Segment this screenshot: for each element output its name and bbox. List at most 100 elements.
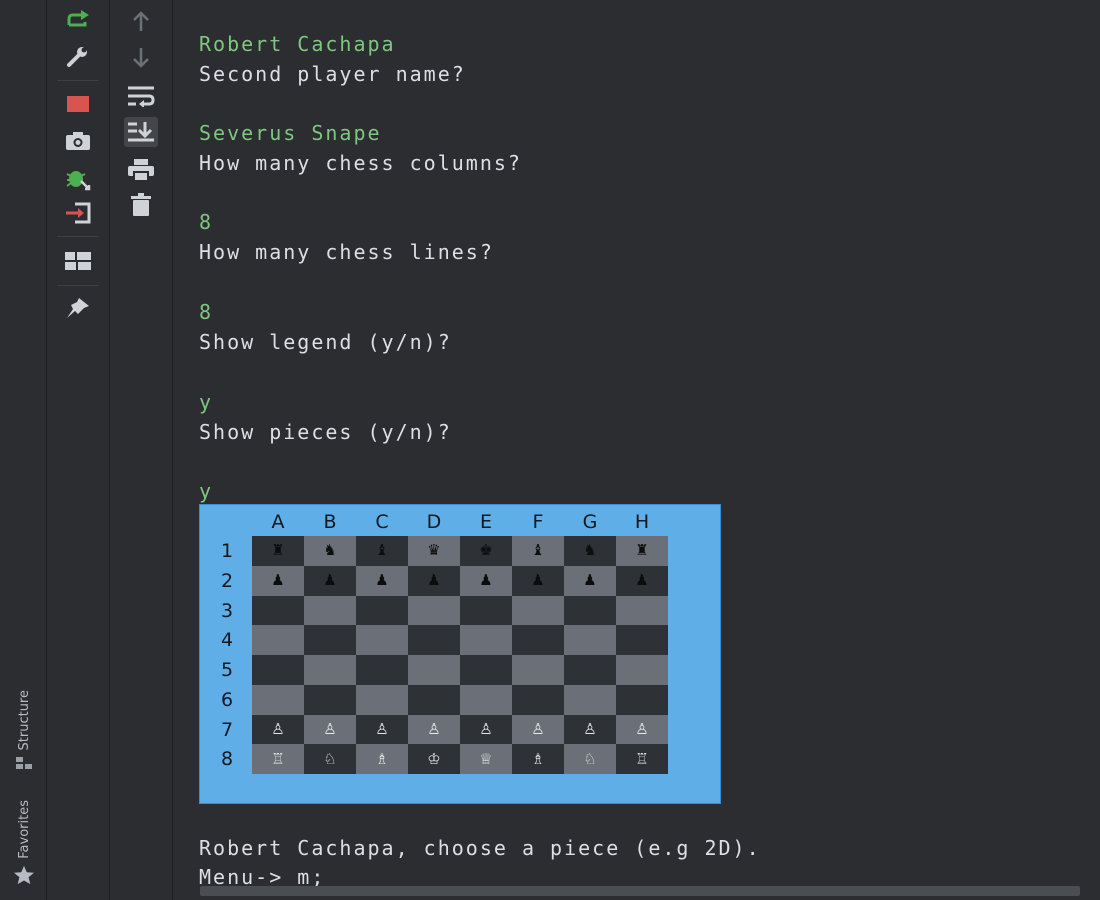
board-square[interactable]: ♟ — [304, 565, 356, 596]
board-square[interactable] — [304, 625, 356, 655]
board-square[interactable] — [304, 595, 356, 626]
board-square[interactable]: ♜ — [252, 536, 304, 566]
board-square[interactable]: ♙ — [408, 714, 460, 745]
dump-threads-button[interactable] — [61, 126, 95, 156]
board-row-label: 3 — [220, 599, 234, 622]
board-square[interactable]: ♕ — [460, 744, 512, 774]
board-square[interactable] — [408, 595, 460, 626]
up-stack-button[interactable] — [124, 6, 158, 36]
restore-layout-button[interactable] — [61, 246, 95, 276]
exit-button[interactable] — [61, 198, 95, 228]
board-square[interactable]: ♟ — [356, 565, 408, 596]
console-output[interactable]: Robert Cachapa Second player name? Sever… — [173, 0, 1100, 900]
console-input-line: Robert Cachapa — [199, 32, 396, 56]
board-square[interactable] — [408, 655, 460, 685]
board-square[interactable]: ♙ — [512, 714, 564, 745]
structure-tab[interactable]: Structure — [4, 690, 44, 772]
board-square[interactable]: ♟ — [616, 565, 668, 596]
board-square[interactable]: ♙ — [252, 714, 304, 745]
board-square[interactable] — [408, 625, 460, 655]
board-square[interactable] — [356, 625, 408, 655]
board-square[interactable]: ♘ — [304, 744, 356, 774]
board-square[interactable]: ♟ — [408, 565, 460, 596]
board-square[interactable]: ♞ — [304, 536, 356, 566]
board-square[interactable]: ♙ — [304, 714, 356, 745]
board-square[interactable] — [460, 684, 512, 715]
board-square[interactable]: ♙ — [564, 714, 616, 745]
horizontal-scrollbar[interactable] — [200, 886, 1080, 896]
structure-icon — [16, 757, 32, 770]
board-square[interactable] — [512, 595, 564, 626]
board-square[interactable] — [512, 684, 564, 715]
board-square[interactable] — [304, 655, 356, 685]
board-square[interactable]: ♟ — [460, 565, 512, 596]
board-square[interactable]: ♘ — [564, 744, 616, 774]
board-square[interactable] — [252, 684, 304, 715]
arrow-up-icon — [133, 11, 149, 31]
scroll-to-end-button[interactable] — [124, 117, 158, 147]
board-square[interactable] — [356, 655, 408, 685]
debug-button[interactable] — [61, 164, 95, 194]
board-square[interactable]: ♝ — [356, 536, 408, 566]
board-square[interactable] — [512, 655, 564, 685]
board-row-label: 4 — [220, 629, 234, 652]
console-toolbar — [110, 0, 173, 900]
console-input-line: 8 — [199, 210, 214, 234]
board-square[interactable] — [408, 684, 460, 715]
board-square[interactable] — [252, 595, 304, 626]
board-square[interactable]: ♗ — [356, 744, 408, 774]
board-square[interactable]: ♝ — [512, 536, 564, 566]
board-square[interactable]: ♗ — [512, 744, 564, 774]
board-square[interactable] — [252, 625, 304, 655]
board-square[interactable]: ♛ — [408, 536, 460, 566]
chess-board-window: ABCDEFGH 12345678 ♜ ♞ ♝ ♛ ♚ ♝ ♞ ♜ ♟ ♟ ♟ ♟ ♟ ♟ ♟ ♟ ♙ ♙ ♙ ♙ ♙ ♙… — [199, 504, 721, 804]
clear-all-button[interactable] — [124, 190, 158, 220]
board-square[interactable] — [564, 595, 616, 626]
board-square[interactable] — [616, 655, 668, 685]
board-square[interactable] — [616, 625, 668, 655]
rerun-icon — [67, 10, 89, 27]
board-square[interactable] — [460, 655, 512, 685]
board-square[interactable]: ♙ — [460, 714, 512, 745]
board-square[interactable]: ♚ — [460, 536, 512, 566]
board-square[interactable] — [356, 684, 408, 715]
board-square[interactable] — [304, 684, 356, 715]
toolbar-separator — [57, 285, 99, 286]
board-square[interactable] — [616, 595, 668, 626]
board-square[interactable] — [252, 655, 304, 685]
board-square[interactable]: ♔ — [408, 744, 460, 774]
board-square[interactable]: ♟ — [564, 565, 616, 596]
soft-wrap-button[interactable] — [124, 81, 158, 111]
board-square[interactable]: ♙ — [356, 714, 408, 745]
board-square[interactable] — [460, 625, 512, 655]
board-square[interactable]: ♟ — [252, 565, 304, 596]
board-square[interactable] — [616, 684, 668, 715]
console-output-line: Show pieces (y/n)? — [199, 420, 452, 444]
board-square[interactable] — [356, 595, 408, 626]
board-square[interactable]: ♟ — [512, 565, 564, 596]
favorites-tab[interactable]: Favorites — [4, 800, 44, 885]
board-square[interactable] — [512, 625, 564, 655]
arrow-down-icon — [133, 48, 149, 68]
board-square[interactable]: ♙ — [616, 714, 668, 745]
down-stack-button[interactable] — [124, 43, 158, 73]
board-row-label: 2 — [220, 569, 234, 592]
settings-button[interactable] — [61, 42, 95, 72]
board-square[interactable]: ♖ — [616, 744, 668, 774]
chess-board-grid[interactable]: ♜ ♞ ♝ ♛ ♚ ♝ ♞ ♜ ♟ ♟ ♟ ♟ ♟ ♟ ♟ ♟ ♙ ♙ ♙ ♙ ♙ ♙ ♙ ♙ ♖ ♘ ♗ ♔ ♕ ♗ ♘ ♖ — [252, 536, 668, 774]
board-square[interactable]: ♞ — [564, 536, 616, 566]
board-square[interactable] — [564, 655, 616, 685]
print-button[interactable] — [124, 155, 158, 185]
board-square[interactable] — [564, 625, 616, 655]
board-square[interactable]: ♜ — [616, 536, 668, 566]
structure-tab-label: Structure — [16, 690, 32, 751]
board-row-label: 8 — [220, 748, 234, 771]
pin-tab-button[interactable] — [61, 293, 95, 323]
console-output-line: How many chess columns? — [199, 151, 522, 175]
rerun-button[interactable] — [61, 6, 95, 36]
board-square[interactable]: ♖ — [252, 744, 304, 774]
board-square[interactable] — [460, 595, 512, 626]
stop-button[interactable] — [61, 89, 95, 119]
board-row-label: 7 — [220, 718, 234, 741]
board-square[interactable] — [564, 684, 616, 715]
